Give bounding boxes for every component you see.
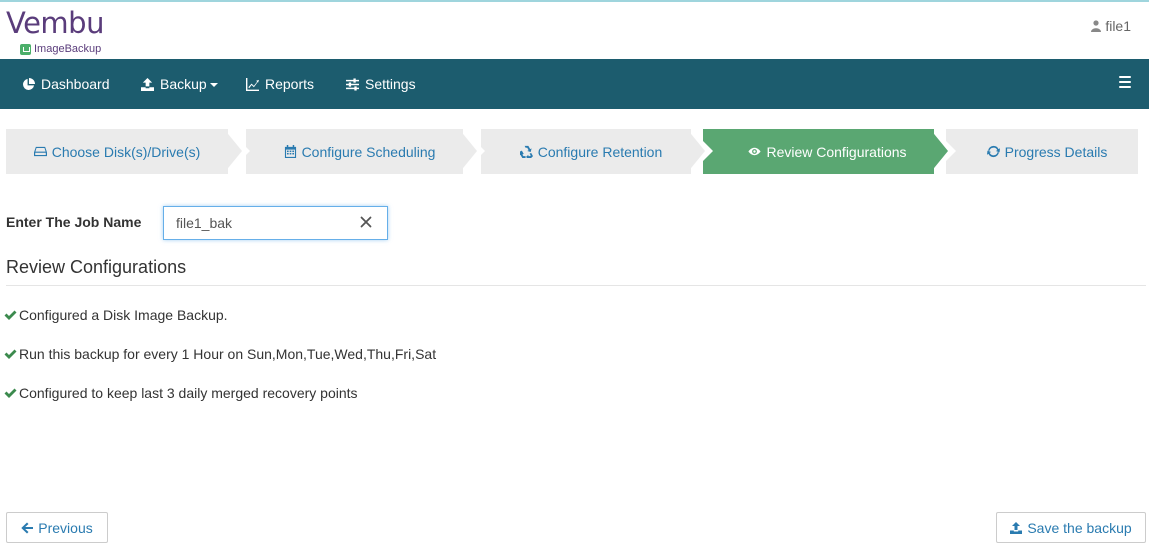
recycle-icon <box>519 145 533 158</box>
step-review-configurations-label: Review Configurations <box>766 143 907 160</box>
app-header: Vembu ImageBackup file1 <box>0 2 1149 59</box>
step-review-configurations[interactable]: Review Configurations <box>703 129 934 174</box>
previous-button[interactable]: Previous <box>6 512 108 543</box>
eye-icon <box>748 147 761 156</box>
nav-settings[interactable]: Settings <box>346 59 416 109</box>
review-item: Configured a Disk Image Backup. <box>4 307 228 323</box>
nav-backup-label: Backup <box>160 76 207 92</box>
main-navbar: Dashboard Backup Reports Settings <box>0 59 1149 109</box>
user-name: file1 <box>1105 18 1131 34</box>
hard-drive-icon <box>33 146 47 157</box>
previous-button-label: Previous <box>38 519 93 536</box>
review-item-text: Run this backup for every 1 Hour on Sun,… <box>19 346 437 362</box>
arrow-left-icon <box>21 522 34 533</box>
step-configure-scheduling-label: Configure Scheduling <box>301 143 436 160</box>
clear-icon[interactable] <box>360 216 372 228</box>
review-item: Run this backup for every 1 Hour on Sun,… <box>4 346 436 362</box>
job-name-input[interactable] <box>164 207 354 239</box>
nav-dashboard-label: Dashboard <box>41 76 110 92</box>
user-icon <box>1091 20 1102 32</box>
step-choose-disks-label: Choose Disk(s)/Drive(s) <box>51 143 201 160</box>
step-configure-retention-label: Configure Retention <box>537 143 663 160</box>
nav-dashboard[interactable]: Dashboard <box>22 59 110 109</box>
nav-reports-label: Reports <box>265 76 315 92</box>
step-separator <box>930 129 948 173</box>
logo-product: ImageBackup <box>20 42 101 56</box>
wizard-steps: Choose Disk(s)/Drive(s) Configure Schedu… <box>6 129 1138 174</box>
step-separator <box>459 129 477 173</box>
step-choose-disks[interactable]: Choose Disk(s)/Drive(s) <box>6 129 228 174</box>
refresh-icon <box>986 145 1000 158</box>
nav-settings-label: Settings <box>365 76 416 92</box>
logo-product-label: ImageBackup <box>34 43 102 55</box>
user-menu[interactable]: file1 <box>1091 18 1131 34</box>
upload-icon <box>1010 521 1023 534</box>
nav-reports[interactable]: Reports <box>246 59 314 109</box>
step-configure-retention[interactable]: Configure Retention <box>481 129 691 174</box>
check-icon <box>4 310 17 320</box>
save-backup-button[interactable]: Save the backup <box>996 512 1146 543</box>
review-item: Configured to keep last 3 daily merged r… <box>4 385 358 401</box>
job-name-label: Enter The Job Name <box>6 214 142 230</box>
image-backup-icon <box>20 43 31 55</box>
review-title: Review Configurations <box>6 257 187 277</box>
save-backup-button-label: Save the backup <box>1027 519 1132 536</box>
chevron-down-icon <box>209 83 218 87</box>
step-progress-details-label: Progress Details <box>1004 143 1108 160</box>
logo-wordmark: Vembu <box>6 6 104 40</box>
section-divider <box>6 285 1146 286</box>
step-separator <box>687 129 705 173</box>
step-configure-scheduling[interactable]: Configure Scheduling <box>246 129 463 174</box>
sliders-icon <box>346 77 359 91</box>
line-chart-icon <box>246 77 259 91</box>
step-progress-details[interactable]: Progress Details <box>946 129 1138 174</box>
review-item-text: Configured a Disk Image Backup. <box>19 307 228 323</box>
calendar-icon <box>284 145 296 158</box>
nav-backup[interactable]: Backup <box>141 59 218 109</box>
job-name-field <box>163 206 388 240</box>
review-item-text: Configured to keep last 3 daily merged r… <box>19 385 358 401</box>
vembu-logo[interactable]: Vembu ImageBackup <box>6 6 116 58</box>
upload-icon <box>141 77 154 91</box>
hamburger-icon[interactable] <box>1119 76 1131 88</box>
step-separator <box>224 129 242 173</box>
check-icon <box>4 388 17 398</box>
pie-chart-icon <box>23 77 35 90</box>
check-icon <box>4 349 17 359</box>
